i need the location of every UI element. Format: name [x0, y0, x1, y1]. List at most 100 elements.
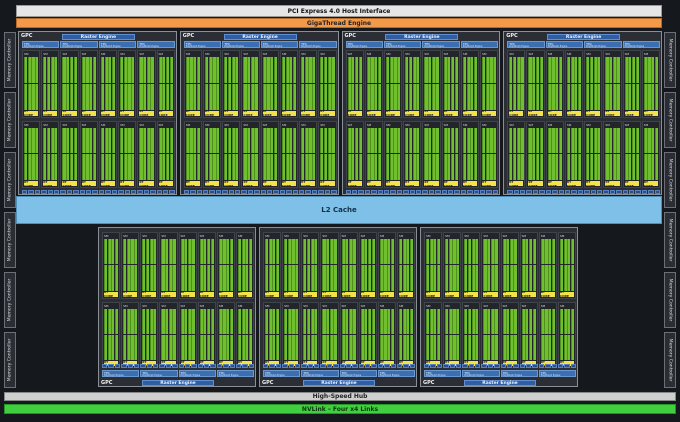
cuda-core — [111, 83, 116, 110]
cuda-core-block — [301, 127, 316, 154]
cuda-core-block — [237, 239, 252, 265]
cache-cell — [519, 364, 525, 368]
cache-cell — [654, 190, 660, 194]
cuda-core — [409, 308, 413, 334]
sm-label: SM — [566, 122, 572, 127]
streaming-multiprocessor: SMRT CORE — [500, 232, 519, 299]
cuda-core-block — [281, 154, 297, 180]
cuda-core — [473, 57, 478, 83]
cache-cell — [390, 364, 396, 368]
cuda-core — [436, 239, 441, 265]
cuda-core — [210, 239, 214, 265]
sm-label: SM — [301, 122, 306, 127]
cache-cell — [279, 190, 286, 194]
streaming-multiprocessor: SMRT CORE — [377, 301, 396, 368]
polymorph-engine-label: PolyMorph Engine — [426, 374, 446, 377]
cache-cell — [183, 190, 190, 194]
streaming-multiprocessor: SMRT CORE — [159, 301, 178, 368]
cuda-core-block — [281, 57, 297, 83]
rt-core: RT CORE — [104, 290, 119, 298]
cuda-core-block — [158, 83, 173, 110]
cache-cell — [210, 364, 216, 368]
sm-label: SM — [462, 122, 468, 127]
cuda-core-block — [281, 127, 297, 154]
cuda-core — [436, 308, 441, 334]
cuda-core — [191, 308, 195, 334]
cuda-core — [454, 127, 458, 154]
cuda-core-block — [218, 334, 233, 360]
cuda-core-block — [303, 334, 318, 360]
streaming-multiprocessor: SMRT CORE — [102, 232, 121, 299]
cache-cell — [526, 364, 532, 368]
cuda-core-block — [62, 57, 77, 83]
cache-cell — [396, 364, 403, 368]
memory-controller-right-5: Memory Controller — [664, 272, 676, 328]
cuda-core — [456, 334, 460, 360]
polymorph-engine-label: PolyMorph Engine — [462, 45, 483, 48]
sm-label: SM — [509, 122, 514, 127]
polymorph-engine-label: PolyMorph Engine — [218, 374, 239, 377]
sm-label: SM — [224, 52, 229, 56]
l1-cache-strip — [345, 190, 499, 194]
rt-core: RT CORE — [224, 109, 239, 117]
cuda-core — [216, 57, 220, 83]
tpc-block: TPC PolyMorph Engine — [299, 41, 337, 48]
sm-label: SM — [81, 52, 87, 56]
cuda-core-block — [24, 154, 39, 180]
rt-core: RT CORE — [262, 180, 277, 188]
cuda-core-block — [62, 127, 77, 154]
cache-cell — [223, 364, 229, 368]
cache-cell — [403, 190, 409, 194]
cache-cell — [156, 190, 162, 194]
sm-label: SM — [142, 234, 147, 238]
cuda-core-block — [320, 154, 335, 180]
cache-cell — [331, 190, 337, 194]
cuda-core — [229, 334, 233, 360]
cuda-core-block — [104, 334, 119, 360]
sm-label: SM — [385, 122, 391, 127]
sm-row-2: SMRT CORESMRT CORESMRT CORESMRT CORESMRT… — [263, 301, 415, 368]
polymorph-engine-label: PolyMorph Engine — [424, 45, 444, 48]
memory-controller-left-6: Memory Controller — [4, 332, 16, 388]
gpc-top-2: GPC Raster Engine TPC PolyMorph Engine TPC Po… — [179, 31, 339, 195]
cuda-core — [216, 83, 220, 110]
rt-core: RT CORE — [224, 180, 239, 188]
cuda-core-block — [180, 265, 195, 291]
cuda-core — [314, 334, 318, 360]
tpc-block: TPC PolyMorph Engine — [422, 41, 460, 48]
cuda-core — [570, 239, 574, 265]
cuda-core — [254, 83, 258, 110]
cuda-core-block — [24, 127, 39, 154]
cache-cell — [324, 190, 331, 194]
rt-core: RT CORE — [43, 109, 58, 117]
cuda-core — [312, 154, 316, 180]
rt-core: RT CORE — [81, 109, 96, 117]
rt-core: RT CORE — [605, 180, 620, 188]
cache-cell — [494, 364, 500, 368]
cache-cell — [430, 364, 436, 368]
cuda-core — [358, 57, 362, 83]
cache-cell — [345, 190, 351, 194]
cuda-core — [134, 308, 138, 334]
streaming-multiprocessor: SMRT CORE — [403, 50, 422, 118]
tpc-row: TPC PolyMorph Engine TPC PolyMorph Engine TP… — [263, 370, 415, 377]
cache-cell — [165, 364, 172, 368]
cuda-core — [331, 83, 335, 110]
cuda-core-block — [243, 154, 258, 180]
cuda-core — [616, 57, 620, 83]
cuda-core-block — [347, 57, 362, 83]
rt-core: RT CORE — [320, 109, 335, 117]
cuda-core — [54, 154, 58, 180]
sm-label: SM — [366, 52, 372, 56]
cuda-core — [436, 265, 441, 291]
cuda-core — [172, 308, 176, 334]
sm-label: SM — [347, 52, 353, 56]
cuda-core — [235, 127, 239, 154]
streaming-multiprocessor: SMRT CORE — [60, 50, 79, 118]
cuda-core — [314, 308, 318, 334]
cuda-core — [520, 57, 524, 83]
tpc-row: TPC PolyMorph Engine TPC PolyMorph Engine TP… — [183, 41, 337, 48]
cuda-core-block — [424, 127, 439, 154]
sm-label: SM — [509, 52, 514, 56]
streaming-multiprocessor: SMRT CORE — [41, 50, 60, 118]
